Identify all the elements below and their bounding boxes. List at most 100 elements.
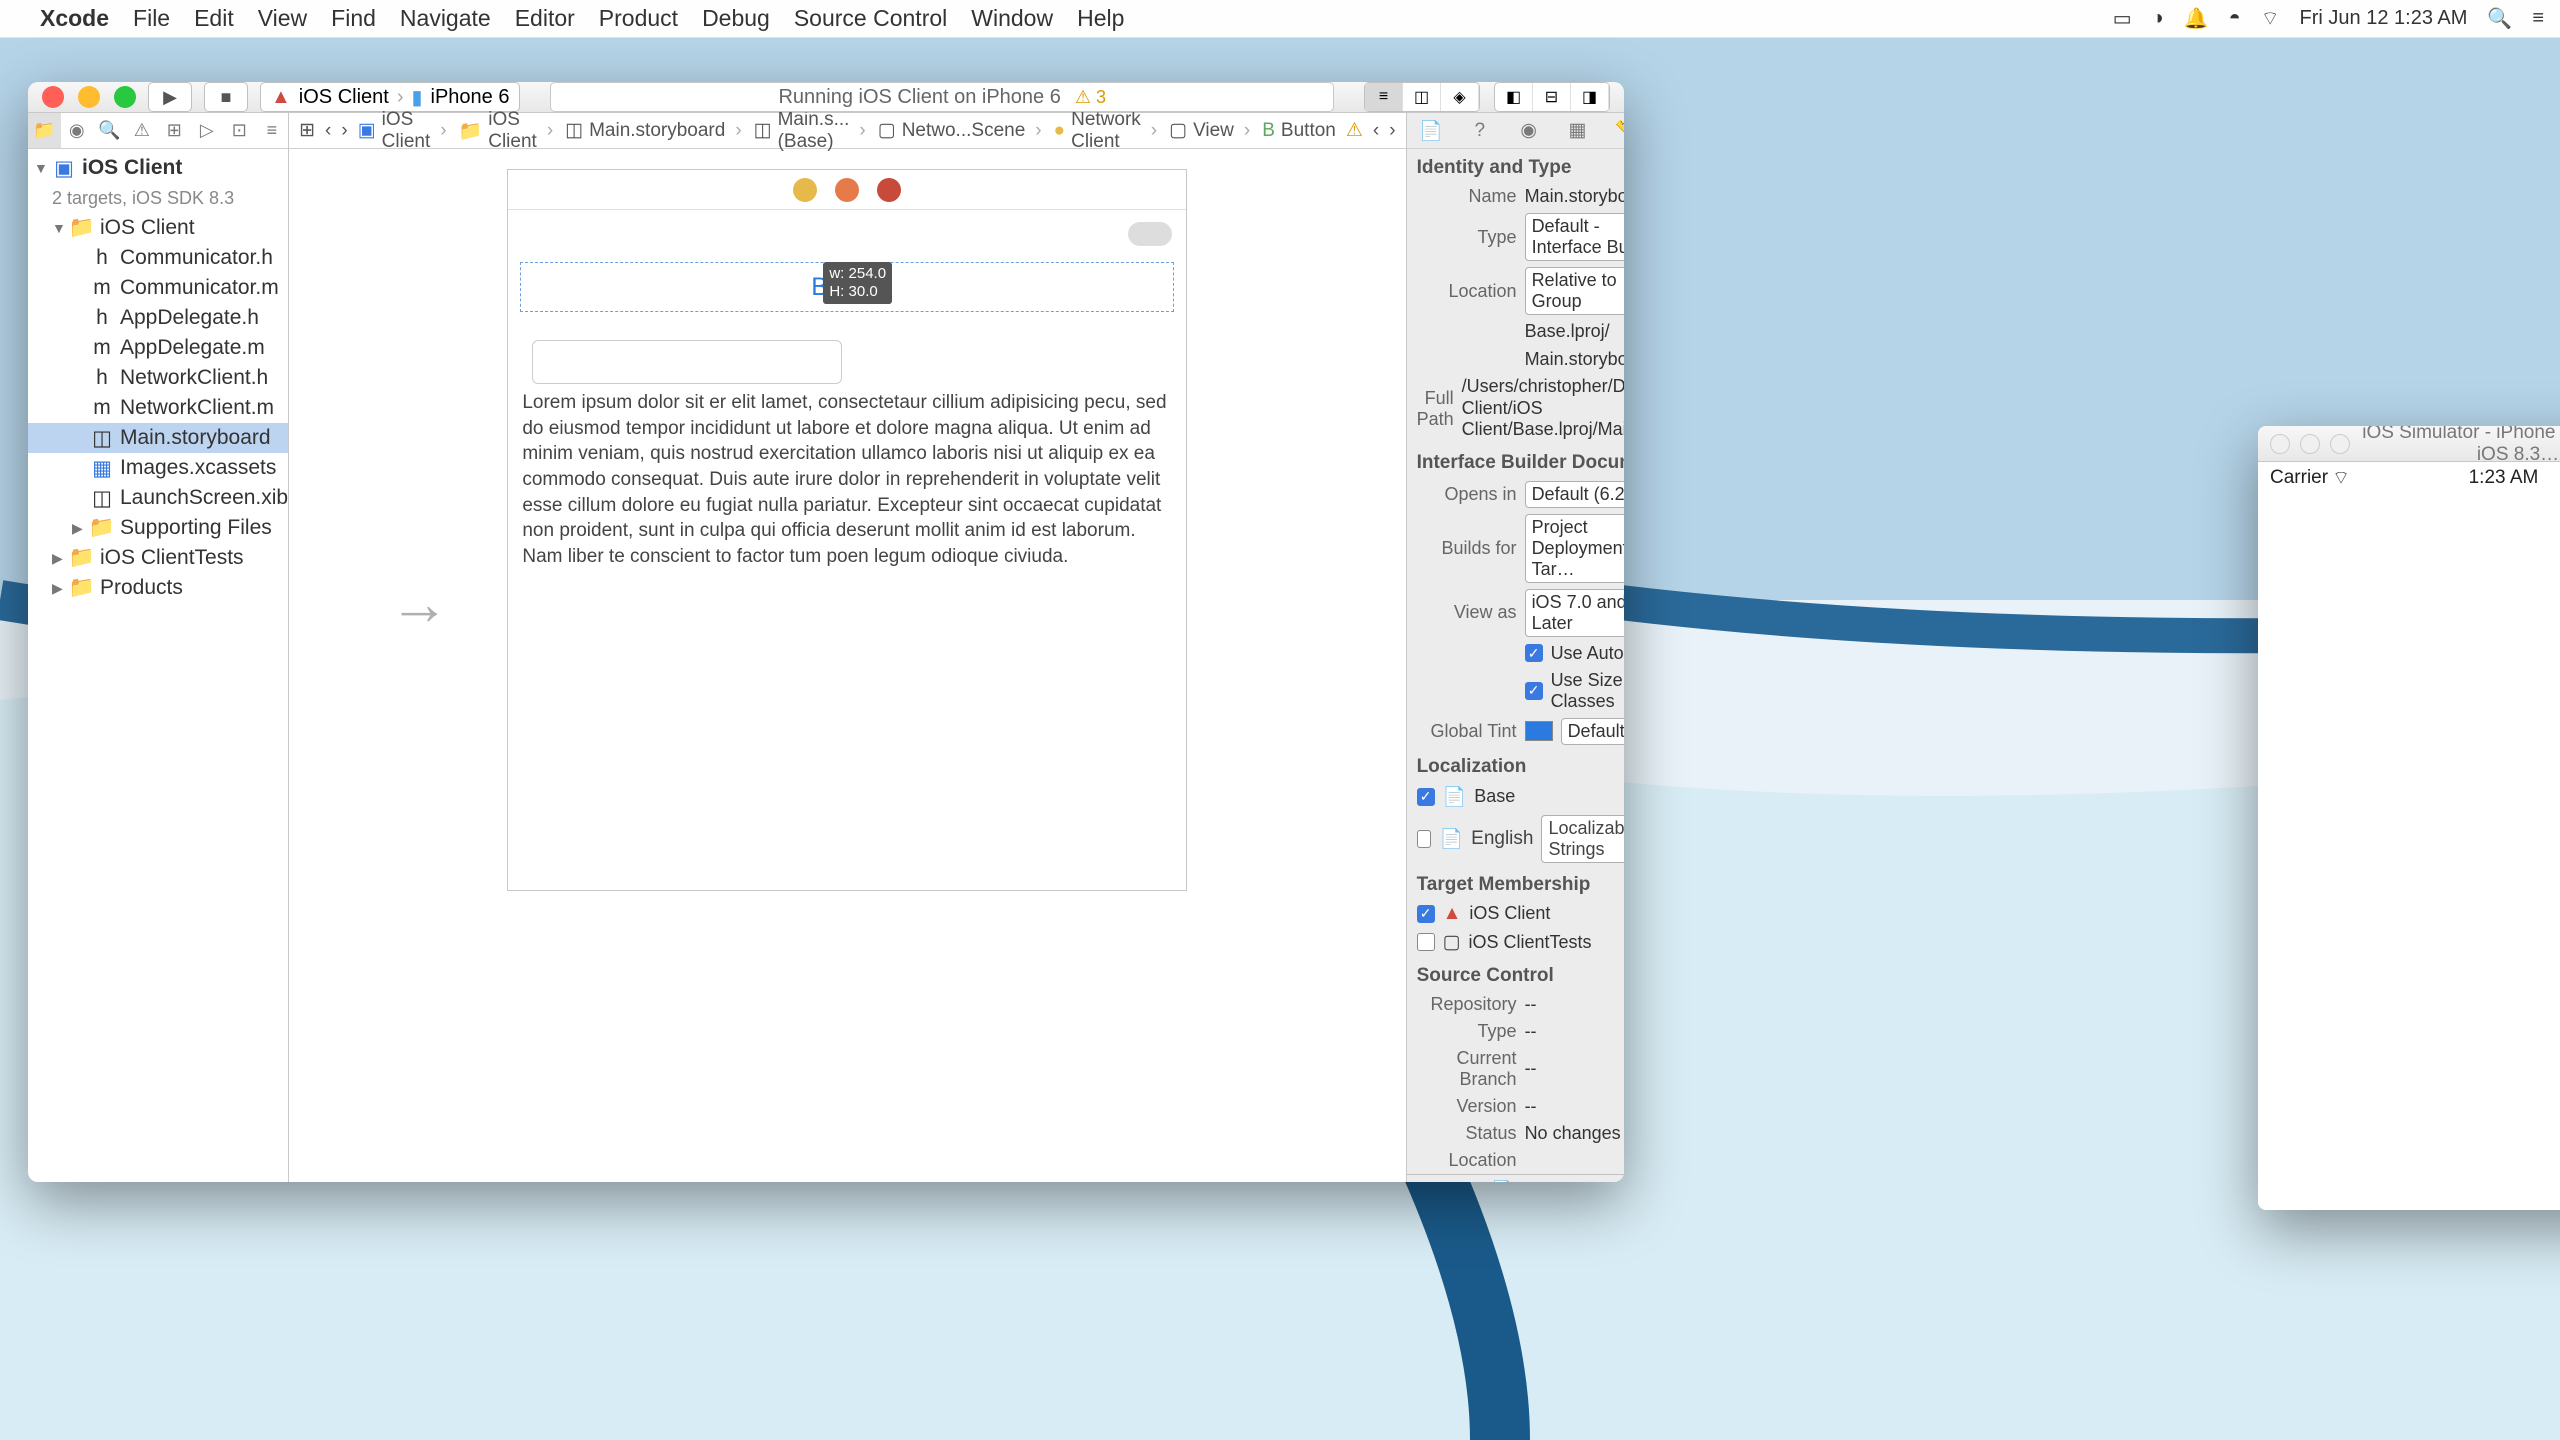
builds-for-select[interactable]: Project Deployment Tar… — [1525, 514, 1624, 583]
simulator-title-text: iOS Simulator - iPhone 6 - iPhone 6 / iO… — [2360, 426, 2560, 466]
run-button[interactable]: ▶ — [148, 82, 192, 112]
interface-builder-canvas[interactable]: → Button w: 254.0 H: 30.0 — [289, 149, 1405, 1182]
menu-debug[interactable]: Debug — [702, 5, 770, 32]
notification-icon[interactable]: 🔔 — [2184, 6, 2209, 31]
group-products[interactable]: ▶📁Products — [28, 573, 288, 603]
project-navigator-tab: 📁 — [28, 113, 61, 148]
warning-badge[interactable]: ⚠ 3 — [1075, 87, 1106, 108]
full-path-value: /Users/christopher/Desktop/projects/iOS … — [1462, 376, 1624, 441]
initial-vc-arrow-icon: → — [389, 569, 449, 638]
location-select[interactable]: Relative to Group — [1525, 267, 1624, 315]
project-root[interactable]: ▼▣iOS Client — [28, 153, 288, 183]
uilabel-lorem[interactable]: Lorem ipsum dolor sit er elit lamet, con… — [522, 390, 1172, 569]
xcode-titlebar: ▶ ■ ▲ iOS Client › ▮ iPhone 6 Running iO… — [28, 82, 1624, 113]
project-navigator-tree[interactable]: ▼▣iOS Client 2 targets, iOS SDK 8.3 ▼📁iO… — [28, 149, 288, 1182]
inspector-panel: 📄?◉▦📏⊕ Identity and Type NameMain.storyb… — [1406, 113, 1624, 1182]
app-menu[interactable]: Xcode — [40, 5, 109, 32]
tint-color-well[interactable] — [1525, 721, 1553, 741]
file-networkclient-m[interactable]: mNetworkClient.m — [28, 393, 288, 423]
sync-icon[interactable]: ◑ — [2152, 7, 2164, 30]
ios-simulator-window: iOS Simulator - iPhone 6 - iPhone 6 / iO… — [2258, 426, 2560, 1210]
jump-bar[interactable]: ⊞ ‹ › ▣iOS Client 📁iOS Client ◫Main.stor… — [289, 113, 1405, 149]
close-button[interactable] — [42, 86, 64, 108]
file-appdelegate-m[interactable]: mAppDelegate.m — [28, 333, 288, 363]
global-tint-select[interactable]: Default — [1561, 718, 1624, 745]
display-icon[interactable]: ▭ — [2113, 6, 2132, 31]
panel-visibility-seg[interactable]: ◧⊟◨ — [1494, 82, 1610, 112]
macos-menubar: Xcode File Edit View Find Navigate Edito… — [0, 0, 2560, 38]
loc-english-checkbox[interactable] — [1417, 830, 1432, 848]
menu-source-control[interactable]: Source Control — [794, 5, 947, 32]
menu-edit[interactable]: Edit — [194, 5, 234, 32]
group-ios-client[interactable]: ▼📁iOS Client — [28, 213, 288, 243]
menu-window[interactable]: Window — [971, 5, 1053, 32]
battery-icon[interactable]: ◓ — [2229, 7, 2241, 30]
file-images-xcassets[interactable]: ▦Images.xcassets — [28, 453, 288, 483]
file-networkclient-h[interactable]: hNetworkClient.h — [28, 363, 288, 393]
simulator-titlebar: iOS Simulator - iPhone 6 - iPhone 6 / iO… — [2258, 426, 2560, 462]
list-icon[interactable]: ≡ — [2532, 7, 2544, 30]
file-appdelegate-h[interactable]: hAppDelegate.h — [28, 303, 288, 333]
inspector-tabs[interactable]: 📄?◉▦📏⊕ — [1407, 113, 1624, 149]
navigator-tabs[interactable]: 📁◉🔍⚠⊞▷⊡≡ — [28, 113, 288, 149]
related-items-icon[interactable]: ⊞ — [299, 119, 315, 142]
loc-english-type-select[interactable]: Localizable Strings — [1541, 815, 1624, 863]
menu-file[interactable]: File — [133, 5, 170, 32]
editor-mode-seg[interactable]: ≡◫◈ — [1364, 82, 1480, 112]
uiswitch-element[interactable] — [1128, 222, 1172, 246]
menu-view[interactable]: View — [258, 5, 307, 32]
scheme-selector[interactable]: ▲ iOS Client › ▮ iPhone 6 — [260, 82, 520, 112]
sim-minimize-button[interactable] — [2300, 434, 2320, 454]
menu-product[interactable]: Product — [599, 5, 678, 32]
file-launchscreen-xib[interactable]: ◫LaunchScreen.xib — [28, 483, 288, 513]
sim-zoom-button[interactable] — [2330, 434, 2350, 454]
sim-time-label: 1:23 AM — [2469, 467, 2539, 489]
resize-indicator: w: 254.0 H: 30.0 — [823, 262, 892, 304]
group-tests[interactable]: ▶📁iOS ClientTests — [28, 543, 288, 573]
menu-find[interactable]: Find — [331, 5, 376, 32]
vc-icon[interactable] — [793, 178, 817, 202]
file-communicator-m[interactable]: mCommunicator.m — [28, 273, 288, 303]
size-classes-checkbox[interactable]: ✓ — [1525, 682, 1543, 700]
target-membership-title: Target Membership — [1407, 866, 1624, 900]
minimize-button[interactable] — [78, 86, 100, 108]
view-controller-scene[interactable]: Button w: 254.0 H: 30.0 Lorem ipsum dolo… — [507, 169, 1187, 891]
carrier-label: Carrier — [2270, 467, 2328, 489]
file-communicator-h[interactable]: hCommunicator.h — [28, 243, 288, 273]
project-subtitle: 2 targets, iOS SDK 8.3 — [28, 183, 288, 213]
library-tabs[interactable]: 📄{}⊙▦ — [1407, 1175, 1624, 1182]
uitextfield-element[interactable] — [532, 340, 842, 384]
clock-text[interactable]: Fri Jun 12 1:23 AM — [2300, 7, 2468, 30]
scene-header[interactable] — [508, 170, 1186, 210]
identity-section-title: Identity and Type — [1407, 149, 1624, 183]
navigator-panel: 📁◉🔍⚠⊞▷⊡≡ ▼▣iOS Client 2 targets, iOS SDK… — [28, 113, 289, 1182]
wifi-icon[interactable]: ⌔ — [2261, 6, 2280, 31]
auto-layout-checkbox[interactable]: ✓ — [1525, 644, 1543, 662]
tm-client-checkbox[interactable]: ✓ — [1417, 905, 1435, 923]
forward-button[interactable]: › — [341, 120, 347, 142]
zoom-button[interactable] — [114, 86, 136, 108]
group-supporting-files[interactable]: ▶📁Supporting Files — [28, 513, 288, 543]
sim-close-button[interactable] — [2270, 434, 2290, 454]
back-button[interactable]: ‹ — [325, 120, 331, 142]
scheme-device-label: iPhone 6 — [431, 86, 510, 109]
ibdoc-section-title: Interface Builder Document — [1407, 444, 1624, 478]
scheme-app-label: iOS Client — [299, 86, 389, 109]
type-select[interactable]: Default - Interface Build… — [1525, 213, 1624, 261]
menu-navigate[interactable]: Navigate — [400, 5, 491, 32]
stop-button[interactable]: ■ — [204, 82, 248, 112]
file-main-storyboard[interactable]: ◫Main.storyboard — [28, 423, 288, 453]
opens-in-select[interactable]: Default (6.2) — [1525, 481, 1624, 508]
menu-help[interactable]: Help — [1077, 5, 1124, 32]
loc-base-checkbox[interactable]: ✓ — [1417, 788, 1435, 806]
spotlight-icon[interactable]: 🔍 — [2487, 6, 2512, 31]
view-as-select[interactable]: iOS 7.0 and Later — [1525, 589, 1624, 637]
first-responder-icon[interactable] — [835, 178, 859, 202]
wifi-signal-icon: ⌔ — [2332, 466, 2350, 490]
editor-area: ⊞ ‹ › ▣iOS Client 📁iOS Client ◫Main.stor… — [289, 113, 1405, 1182]
localization-section-title: Localization — [1407, 748, 1624, 782]
tm-tests-checkbox[interactable] — [1417, 933, 1435, 951]
activity-status: Running iOS Client on iPhone 6 ⚠ 3 — [550, 82, 1334, 112]
exit-icon[interactable] — [877, 178, 901, 202]
menu-editor[interactable]: Editor — [515, 5, 575, 32]
